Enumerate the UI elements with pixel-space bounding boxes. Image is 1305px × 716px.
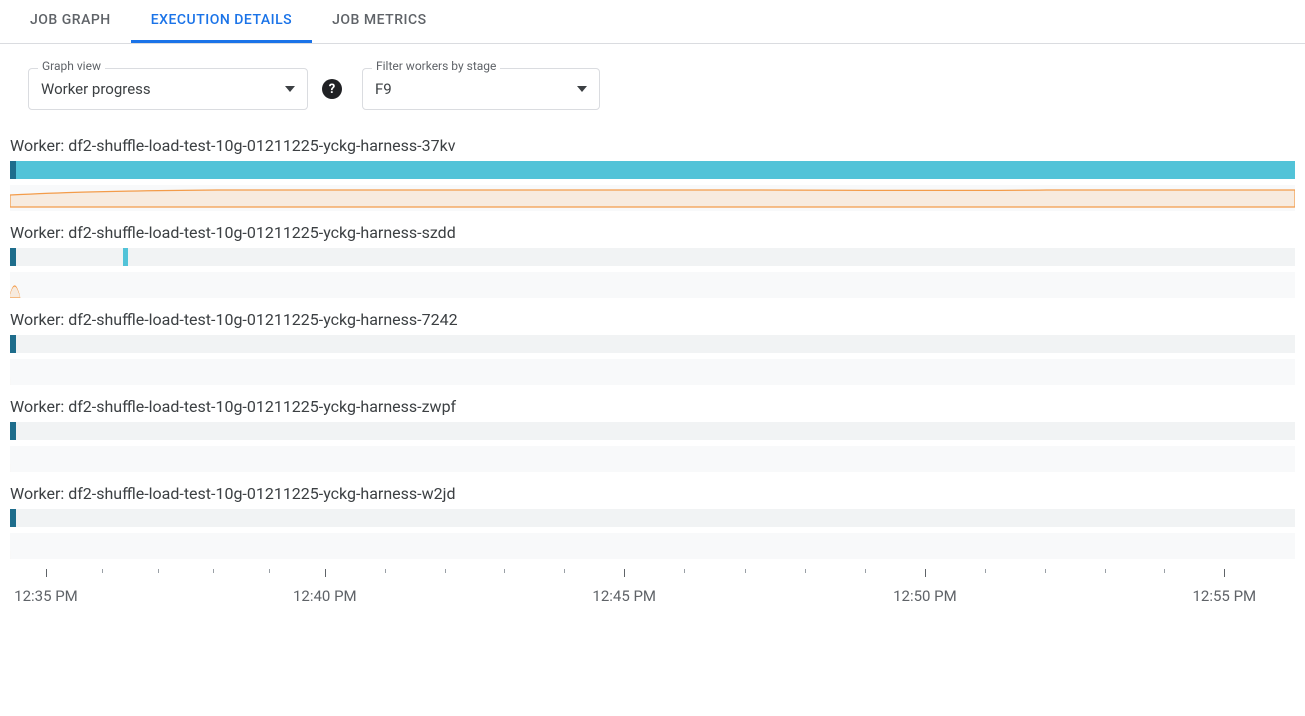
graph-view-select[interactable]: Worker progress: [28, 68, 308, 110]
axis-tick-major: [1224, 569, 1225, 577]
tab-job-graph[interactable]: JOB GRAPH: [10, 0, 131, 43]
axis-tick-minor: [805, 569, 806, 573]
graph-view-field: Graph view Worker progress: [28, 68, 308, 110]
tab-job-metrics[interactable]: JOB METRICS: [312, 0, 446, 43]
time-axis: 12:35 PM 12:40 PM 12:45 PM 12:50 PM 12:55 PM: [10, 569, 1295, 619]
axis-tick-minor: [1164, 569, 1165, 573]
filter-label: Filter workers by stage: [372, 59, 500, 73]
filter-field: Filter workers by stage F9: [362, 68, 600, 110]
controls-row: Graph view Worker progress ? Filter work…: [0, 44, 1305, 120]
worker-block: Worker: df2-shuffle-load-test-10g-012112…: [10, 217, 1295, 298]
axis-tick-label: 12:35 PM: [14, 587, 78, 605]
progress-segment: [10, 509, 16, 527]
worker-title: Worker: df2-shuffle-load-test-10g-012112…: [10, 391, 1295, 422]
chevron-down-icon: [577, 86, 587, 92]
axis-tick-label: 12:55 PM: [1192, 587, 1256, 605]
progress-segment: [123, 248, 128, 266]
worker-title: Worker: df2-shuffle-load-test-10g-012112…: [10, 304, 1295, 335]
worker-progress-bar[interactable]: [10, 161, 1295, 179]
axis-tick-label: 12:45 PM: [592, 587, 656, 605]
worker-block: Worker: df2-shuffle-load-test-10g-012112…: [10, 478, 1295, 559]
worker-cpu-chart[interactable]: [10, 446, 1295, 472]
worker-title: Worker: df2-shuffle-load-test-10g-012112…: [10, 478, 1295, 509]
axis-tick-minor: [985, 569, 986, 573]
workers-area: Worker: df2-shuffle-load-test-10g-012112…: [0, 120, 1305, 559]
axis-tick-major: [925, 569, 926, 577]
worker-cpu-chart[interactable]: [10, 533, 1295, 559]
graph-view-value: Worker progress: [41, 80, 151, 98]
axis-tick-minor: [745, 569, 746, 573]
worker-cpu-chart[interactable]: [10, 185, 1295, 211]
worker-title: Worker: df2-shuffle-load-test-10g-012112…: [10, 130, 1295, 161]
worker-progress-bar[interactable]: [10, 248, 1295, 266]
worker-block: Worker: df2-shuffle-load-test-10g-012112…: [10, 391, 1295, 472]
axis-tick-minor: [385, 569, 386, 573]
progress-segment: [10, 422, 16, 440]
progress-segment: [10, 248, 16, 266]
worker-cpu-chart[interactable]: [10, 272, 1295, 298]
help-icon[interactable]: ?: [322, 79, 342, 99]
axis-tick-minor: [684, 569, 685, 573]
chevron-down-icon: [285, 86, 295, 92]
axis-tick-label: 12:50 PM: [893, 587, 957, 605]
axis-tick-minor: [1045, 569, 1046, 573]
axis-tick-minor: [102, 569, 103, 573]
axis-tick-minor: [269, 569, 270, 573]
tabs-bar: JOB GRAPHEXECUTION DETAILSJOB METRICS: [0, 0, 1305, 44]
worker-block: Worker: df2-shuffle-load-test-10g-012112…: [10, 130, 1295, 211]
axis-tick-minor: [445, 569, 446, 573]
axis-tick-major: [624, 569, 625, 577]
axis-tick-major: [46, 569, 47, 577]
worker-progress-bar[interactable]: [10, 422, 1295, 440]
axis-tick-minor: [504, 569, 505, 573]
worker-progress-bar[interactable]: [10, 335, 1295, 353]
graph-view-label: Graph view: [38, 59, 105, 73]
worker-progress-bar[interactable]: [10, 509, 1295, 527]
progress-segment: [10, 335, 16, 353]
axis-tick-minor: [865, 569, 866, 573]
worker-title: Worker: df2-shuffle-load-test-10g-012112…: [10, 217, 1295, 248]
worker-cpu-chart[interactable]: [10, 359, 1295, 385]
axis-tick-label: 12:40 PM: [293, 587, 357, 605]
axis-tick-minor: [1105, 569, 1106, 573]
axis-tick-major: [325, 569, 326, 577]
axis-tick-minor: [158, 569, 159, 573]
tab-execution-details[interactable]: EXECUTION DETAILS: [131, 0, 312, 43]
worker-block: Worker: df2-shuffle-load-test-10g-012112…: [10, 304, 1295, 385]
axis-tick-minor: [213, 569, 214, 573]
filter-select[interactable]: F9: [362, 68, 600, 110]
filter-value: F9: [375, 80, 392, 98]
axis-tick-minor: [564, 569, 565, 573]
progress-segment: [16, 161, 1295, 179]
